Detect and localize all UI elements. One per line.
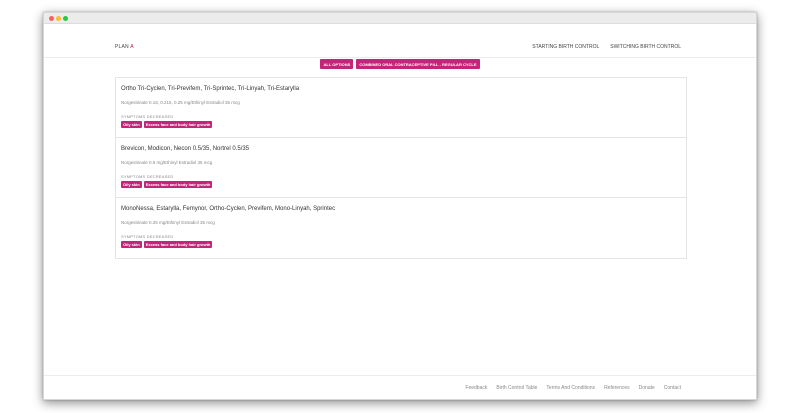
symptom-tag: Oily skin xyxy=(121,181,142,188)
symptoms-label: SYMPTOMS DECREASED xyxy=(121,114,174,119)
window-titlebar xyxy=(44,13,756,24)
maximize-window-button[interactable] xyxy=(63,16,68,21)
footer-link-terms[interactable]: Terms And Conditions xyxy=(546,385,595,391)
footer-link-references[interactable]: References xyxy=(604,385,630,391)
result-card[interactable]: Ortho Tri-Cyclen, Tri-Previfem, Tri-Spri… xyxy=(116,78,686,138)
footer-link-birth-control-table[interactable]: Birth Control Table xyxy=(496,385,537,391)
nav-link-switching-birth-control[interactable]: SWITCHING BIRTH CONTROL xyxy=(610,44,681,50)
logo-accent: A xyxy=(130,44,134,50)
result-card[interactable]: Brevicon, Modicon, Necon 0.5/35, Nortrel… xyxy=(116,138,686,198)
symptom-tags: Oily skin Excess face and body hair grow… xyxy=(121,241,681,248)
minimize-window-button[interactable] xyxy=(56,16,61,21)
symptom-tag: Oily skin xyxy=(121,121,142,128)
footer-link-feedback[interactable]: Feedback xyxy=(465,385,487,391)
logo-text: PLAN xyxy=(115,44,129,50)
nav-link-starting-birth-control[interactable]: STARTING BIRTH CONTROL xyxy=(532,44,599,50)
footer-link-contact[interactable]: Contact xyxy=(664,385,681,391)
symptom-tag: Excess face and body hair growth xyxy=(143,181,213,188)
filter-combined-oral-pill[interactable]: COMBINED ORAL CONTRACEPTIVE PILL - REGUL… xyxy=(356,59,480,69)
page-footer: Feedback Birth Control Table Terms And C… xyxy=(44,375,756,401)
symptom-tags: Oily skin Excess face and body hair grow… xyxy=(121,121,681,128)
symptom-tags: Oily skin Excess face and body hair grow… xyxy=(121,181,681,188)
symptom-tag: Oily skin xyxy=(121,241,142,248)
filter-bar: ALL OPTIONS COMBINED ORAL CONTRACEPTIVE … xyxy=(44,59,756,69)
symptoms-label: SYMPTOMS DECREASED xyxy=(121,174,174,179)
footer-links: Feedback Birth Control Table Terms And C… xyxy=(465,385,681,391)
result-card[interactable]: MonoNessa, Estarylla, Femynor, Ortho-Cyc… xyxy=(116,198,686,258)
result-title: MonoNessa, Estarylla, Femynor, Ortho-Cyc… xyxy=(121,206,336,212)
result-subtitle: Norgestimate 0.25 mg/Ethinyl Estradiol 3… xyxy=(121,220,215,225)
browser-window: PLAN A STARTING BIRTH CONTROL SWITCHING … xyxy=(43,12,757,400)
result-title: Brevicon, Modicon, Necon 0.5/35, Nortrel… xyxy=(121,146,250,152)
symptoms-label: SYMPTOMS DECREASED xyxy=(121,234,174,239)
results-list: Ortho Tri-Cyclen, Tri-Previfem, Tri-Spri… xyxy=(115,77,687,259)
filter-all-options[interactable]: ALL OPTIONS xyxy=(320,59,354,69)
result-subtitle: Norgestimate 0.5 mg/Ethinyl Estradiol 35… xyxy=(121,160,213,165)
symptom-tag: Excess face and body hair growth xyxy=(143,241,213,248)
footer-link-donate[interactable]: Donate xyxy=(639,385,655,391)
result-subtitle: Norgestimate 0.18, 0.215, 0.25 mg/Ethiny… xyxy=(121,100,240,105)
top-navigation: PLAN A STARTING BIRTH CONTROL SWITCHING … xyxy=(44,24,756,58)
close-window-button[interactable] xyxy=(49,16,54,21)
symptom-tag: Excess face and body hair growth xyxy=(143,121,213,128)
site-logo[interactable]: PLAN A xyxy=(115,44,134,50)
nav-links: STARTING BIRTH CONTROL SWITCHING BIRTH C… xyxy=(532,44,681,50)
result-title: Ortho Tri-Cyclen, Tri-Previfem, Tri-Spri… xyxy=(121,86,300,92)
